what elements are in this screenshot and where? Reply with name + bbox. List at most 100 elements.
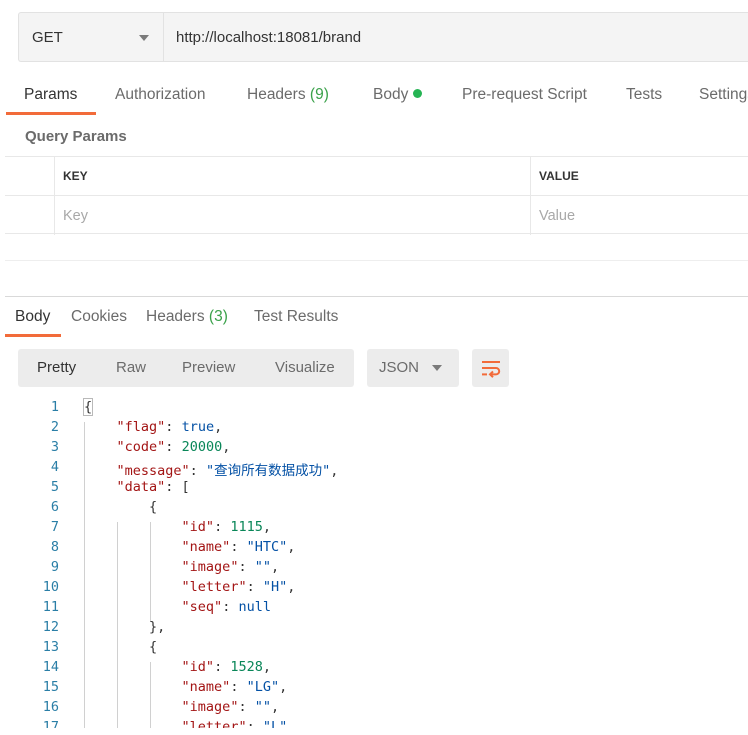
line-number: 14: [42, 659, 59, 675]
tab-params[interactable]: Params: [24, 86, 77, 104]
code-line: },: [84, 619, 165, 635]
url-input[interactable]: http://localhost:18081/brand: [163, 12, 748, 62]
code-line: "code": 20000,: [84, 439, 231, 455]
table-row: Key Value: [5, 196, 748, 235]
pretty-button[interactable]: Pretty: [37, 359, 76, 376]
line-number: 5: [50, 479, 59, 495]
code-token: "letter": [181, 719, 247, 728]
tab-body-label: Body: [373, 86, 409, 103]
code-token: ,: [270, 699, 280, 715]
separator: [5, 260, 748, 261]
code-token: "": [254, 559, 271, 575]
tab-headers[interactable]: Headers (9): [247, 86, 329, 104]
tab-authorization[interactable]: Authorization: [115, 86, 205, 104]
key-header-label: KEY: [63, 169, 88, 183]
visualize-button[interactable]: Visualize: [275, 359, 335, 376]
code-token: "查询所有数据成功": [205, 463, 331, 479]
code-token: "image": [181, 559, 239, 575]
active-tab-indicator: [6, 112, 96, 115]
key-input[interactable]: Key: [55, 196, 531, 235]
code-token: 1528: [230, 659, 263, 675]
pane-divider[interactable]: [5, 296, 748, 297]
code-token: ,: [222, 439, 231, 455]
code-line: "data": [: [84, 479, 190, 495]
response-tab-cookies[interactable]: Cookies: [71, 308, 127, 326]
code-line: "message": "查询所有数据成功",: [84, 459, 339, 479]
request-bar: GET http://localhost:18081/brand: [18, 12, 748, 62]
wrap-lines-button[interactable]: [472, 349, 509, 387]
response-tab-test-results[interactable]: Test Results: [254, 308, 338, 326]
value-column-header: VALUE: [531, 157, 748, 195]
code-token: ,: [287, 539, 296, 555]
code-token: :: [230, 539, 247, 555]
code-line: "letter": "L",: [84, 719, 296, 728]
line-number: 7: [50, 519, 59, 535]
preview-button[interactable]: Preview: [182, 359, 235, 376]
code-token: :: [214, 659, 231, 675]
code-token: "image": [181, 699, 239, 715]
response-tab-headers[interactable]: Headers (3): [146, 308, 228, 326]
params-table: KEY VALUE Key Value: [5, 156, 748, 235]
code-token: ,: [287, 719, 296, 728]
format-select[interactable]: JSON: [367, 349, 459, 387]
response-body-viewer[interactable]: 1 2 3 4 5 6 7 8 9 10 11 12 13 14 15 16 17{ "flag": true,…: [0, 398, 748, 728]
code-token: {: [84, 499, 158, 515]
code-token: "name": [181, 679, 231, 695]
response-tabs: Body Cookies Headers (3) Test Results: [5, 300, 748, 338]
value-input[interactable]: Value: [531, 196, 748, 235]
code-token: ,: [270, 559, 280, 575]
code-line: "name": "HTC",: [84, 539, 296, 555]
code-token: :: [230, 679, 247, 695]
method-select[interactable]: GET: [18, 12, 163, 62]
value-placeholder: Value: [539, 207, 576, 224]
line-number: 13: [42, 639, 59, 655]
line-number: 17: [42, 719, 59, 728]
line-number: 12: [42, 619, 59, 635]
code-line: "image": "",: [84, 699, 280, 715]
code-token: :: [238, 559, 255, 575]
code-token: "flag": [116, 419, 166, 435]
code-token: : [: [165, 479, 190, 495]
status-dot-icon: [413, 89, 423, 98]
code-token: "name": [181, 539, 231, 555]
code-token: 20000: [181, 439, 223, 455]
code-token: :: [222, 599, 239, 615]
line-number: 9: [50, 559, 59, 575]
method-label: GET: [32, 28, 63, 46]
raw-button[interactable]: Raw: [116, 359, 146, 376]
code-token: :: [165, 439, 182, 455]
code-token: :: [165, 419, 182, 435]
tab-pre-request-script[interactable]: Pre-request Script: [462, 86, 587, 104]
code-line: {: [84, 639, 157, 655]
code-token: ,: [262, 519, 271, 535]
code-token: ,: [214, 419, 223, 435]
code-line: "seq": null: [84, 599, 271, 615]
tab-tests[interactable]: Tests: [626, 86, 662, 104]
code-token: ,: [262, 659, 271, 675]
response-tab-body[interactable]: Body: [15, 308, 50, 326]
wrap-lines-icon: [481, 361, 500, 378]
tab-settings[interactable]: Settings: [699, 86, 748, 104]
code-token: ,: [330, 463, 339, 479]
chevron-down-icon: [432, 365, 442, 371]
response-headers-count: (3): [208, 308, 228, 325]
line-number: 8: [50, 539, 59, 555]
code-token: ,: [287, 579, 296, 595]
code-token: :: [238, 699, 255, 715]
code-token: null: [238, 599, 271, 615]
table-header-row: KEY VALUE: [5, 157, 748, 196]
code-line: {: [82, 398, 94, 416]
value-header-label: VALUE: [539, 169, 579, 183]
code-token: "message": [116, 463, 190, 479]
code-token: "code": [116, 439, 166, 455]
code-line: "flag": true,: [84, 419, 223, 435]
tab-body[interactable]: Body: [373, 86, 423, 104]
